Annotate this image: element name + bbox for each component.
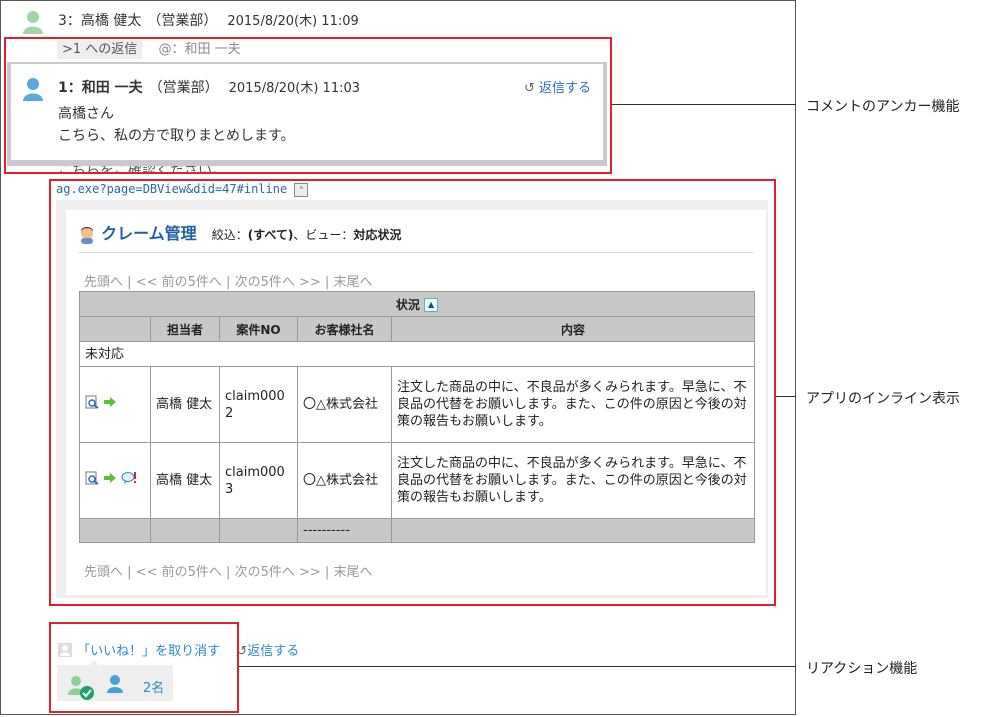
comment-date: 2015/8/20(木) 11:09 [227,14,359,29]
comment-dept: （営業部） [147,13,218,29]
callout-line-anchor [612,104,796,105]
comment-author[interactable]: 3：高橋 健太 [58,13,141,29]
reaction-reply-label: 返信する [247,644,300,659]
callout-line-reaction [239,666,796,667]
callout-reaction: リアクション機能 [806,661,918,677]
comment-header: 3：高橋 健太 （営業部） 2015/8/20(木) 11:09 [58,10,359,30]
reaction-reply-button[interactable]: ↺返信する [236,644,299,659]
anchor-highlight-box [4,37,612,174]
callout-anchor: コメントのアンカー機能 [806,99,960,115]
callout-line-inline [776,396,796,397]
callout-inline: アプリのインライン表示 [806,391,960,407]
inline-highlight-box [49,179,776,606]
user-avatar-icon [23,11,43,34]
reaction-highlight-box [49,622,239,713]
